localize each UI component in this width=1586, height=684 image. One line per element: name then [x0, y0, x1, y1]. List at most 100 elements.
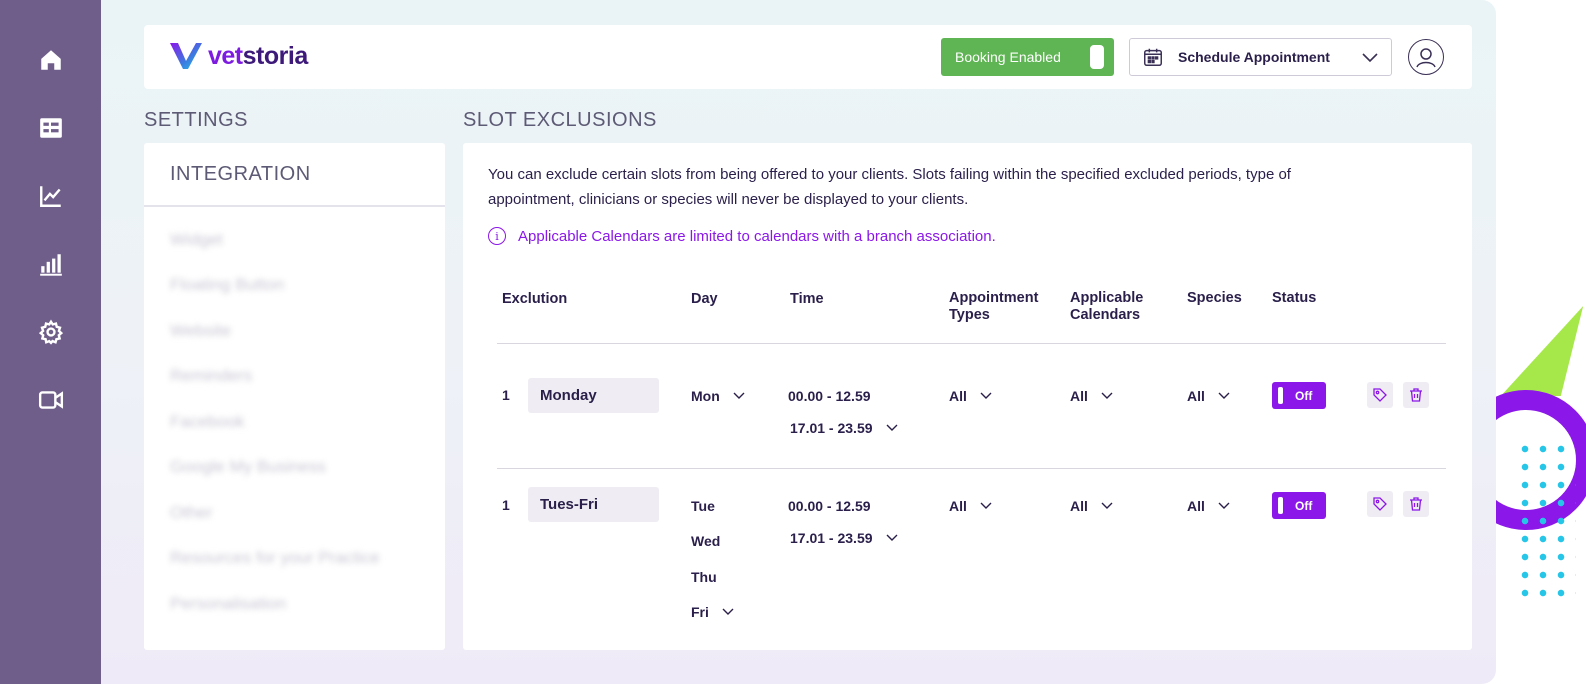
- schedule-label: Schedule Appointment: [1178, 49, 1330, 65]
- tab-integration[interactable]: INTEGRATION: [144, 143, 445, 207]
- chevron-down-icon: [1362, 53, 1378, 63]
- video-icon: [38, 391, 63, 409]
- booking-label: Booking Enabled: [955, 49, 1061, 65]
- settings-item-resources[interactable]: Resources for your Practice: [144, 536, 445, 582]
- time-range: 00.00 - 12.59: [788, 498, 871, 514]
- row-index: 1: [502, 387, 510, 403]
- settings-item-website[interactable]: Website: [144, 308, 445, 354]
- app-window: vetstoria Booking Enabled Schedule Appoi…: [0, 0, 1496, 684]
- settings-panel: INTEGRATION Widget Floating Button Websi…: [144, 143, 445, 650]
- appointment-types-value: All: [949, 388, 967, 404]
- intro-text: You can exclude certain slots from being…: [488, 166, 1291, 208]
- tag-button[interactable]: [1367, 491, 1393, 517]
- delete-button[interactable]: [1403, 491, 1429, 517]
- day-value: Tue: [691, 498, 715, 514]
- settings-item-personalisation[interactable]: Personalisation: [144, 581, 445, 627]
- vetstoria-logo[interactable]: vetstoria: [168, 41, 308, 71]
- user-icon: [1416, 48, 1436, 68]
- chevron-down-icon: [886, 424, 898, 431]
- table-icon: [39, 118, 62, 138]
- settings-menu: Widget Floating Button Website Reminders…: [144, 207, 445, 627]
- sidebar: [0, 0, 101, 684]
- chevron-down-icon: [1218, 392, 1230, 399]
- toggle-knob: [1278, 497, 1283, 514]
- trash-icon: [1410, 388, 1422, 402]
- sidebar-item-trends[interactable]: [31, 176, 71, 216]
- chevron-down-icon: [980, 392, 992, 399]
- chevron-down-icon: [886, 534, 898, 541]
- calendars-dropdown[interactable]: All: [1070, 388, 1114, 404]
- status-label: Off: [1295, 388, 1313, 403]
- booking-enabled-toggle[interactable]: Booking Enabled: [941, 38, 1114, 76]
- calendars-value: All: [1070, 498, 1088, 514]
- sidebar-item-home[interactable]: [31, 40, 71, 80]
- species-value: All: [1187, 388, 1205, 404]
- sidebar-item-reports[interactable]: [31, 244, 71, 284]
- time-dropdown[interactable]: 17.01 - 23.59: [790, 420, 899, 436]
- settings-item-floating-button[interactable]: Floating Button: [144, 263, 445, 309]
- calendars-dropdown[interactable]: All: [1070, 498, 1114, 514]
- user-avatar[interactable]: [1408, 39, 1444, 75]
- species-dropdown[interactable]: All: [1187, 498, 1231, 514]
- chevron-down-icon: [980, 502, 992, 509]
- status-toggle[interactable]: Off: [1272, 382, 1326, 409]
- decorative-leaf-shape: [1500, 306, 1584, 396]
- appointment-types-value: All: [949, 498, 967, 514]
- settings-item-google-my-business[interactable]: Google My Business: [144, 445, 445, 491]
- toggle-knob: [1278, 387, 1283, 404]
- schedule-appointment-dropdown[interactable]: Schedule Appointment: [1129, 38, 1392, 76]
- settings-item-facebook[interactable]: Facebook: [144, 399, 445, 445]
- calendar-note: i Applicable Calendars are limited to ca…: [488, 227, 996, 245]
- time-dropdown[interactable]: 17.01 - 23.59: [790, 530, 899, 546]
- info-icon: i: [488, 227, 506, 245]
- row-index: 1: [502, 497, 510, 513]
- exclusion-name-input[interactable]: Tues-Fri: [528, 487, 659, 522]
- day-value: Fri: [691, 604, 709, 620]
- slot-exclusions-panel: You can exclude certain slots from being…: [463, 143, 1472, 650]
- settings-item-widget[interactable]: Widget: [144, 217, 445, 263]
- line-chart-icon: [39, 186, 61, 207]
- row-divider: [497, 468, 1446, 469]
- col-status: Status: [1272, 290, 1317, 306]
- day-value: Mon: [691, 388, 720, 404]
- status-label: Off: [1295, 498, 1313, 513]
- slot-exclusions-title: SLOT EXCLUSIONS: [463, 109, 657, 131]
- settings-item-reminders[interactable]: Reminders: [144, 354, 445, 400]
- calendar-note-text: Applicable Calendars are limited to cale…: [518, 227, 996, 245]
- species-value: All: [1187, 498, 1205, 514]
- booking-toggle-knob: [1090, 45, 1104, 69]
- tag-button[interactable]: [1367, 382, 1393, 408]
- sidebar-item-video[interactable]: [31, 380, 71, 420]
- col-appointment-types: Appointment Types: [949, 290, 1039, 323]
- sidebar-item-table[interactable]: [31, 108, 71, 148]
- decorative-dots-pattern: [1516, 440, 1576, 600]
- species-dropdown[interactable]: All: [1187, 388, 1231, 404]
- logo-wordmark: vetstoria: [208, 42, 308, 71]
- time-range: 17.01 - 23.59: [790, 420, 873, 436]
- appointment-types-dropdown[interactable]: All: [949, 388, 993, 404]
- col-day: Day: [691, 291, 718, 307]
- day-value: Wed: [691, 533, 721, 549]
- day-dropdown[interactable]: Mon: [691, 388, 746, 404]
- top-header: vetstoria Booking Enabled Schedule Appoi…: [144, 25, 1472, 89]
- col-exclusion: Exclution: [502, 291, 568, 307]
- appointment-types-dropdown[interactable]: All: [949, 498, 993, 514]
- sidebar-item-settings[interactable]: [31, 312, 71, 352]
- settings-title: SETTINGS: [144, 109, 249, 131]
- chevron-down-icon: [1101, 502, 1113, 509]
- col-time: Time: [790, 291, 824, 307]
- tag-icon: [1373, 497, 1387, 511]
- chevron-down-icon: [1218, 502, 1230, 509]
- exclusion-name-input[interactable]: Monday: [528, 378, 659, 413]
- delete-button[interactable]: [1403, 382, 1429, 408]
- calendar-icon: [1144, 48, 1162, 66]
- logo-suffix: storia: [242, 41, 309, 70]
- day-dropdown[interactable]: Fri: [691, 604, 735, 620]
- gear-icon: [38, 319, 63, 345]
- col-applicable-calendars: Applicable Calendars: [1070, 290, 1144, 323]
- calendars-value: All: [1070, 388, 1088, 404]
- chevron-down-icon: [1101, 392, 1113, 399]
- bar-chart-icon: [39, 254, 62, 276]
- settings-item-other[interactable]: Other: [144, 490, 445, 536]
- status-toggle[interactable]: Off: [1272, 492, 1326, 519]
